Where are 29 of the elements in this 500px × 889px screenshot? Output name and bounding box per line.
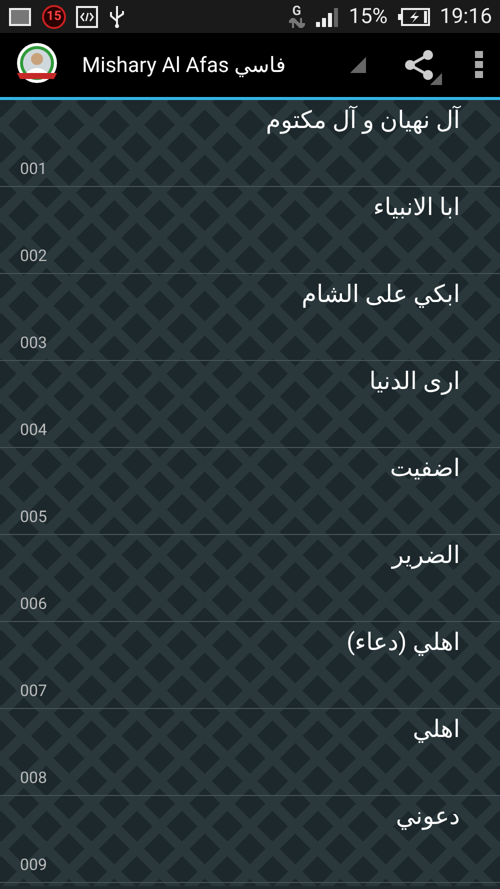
track-number: 003 — [20, 333, 47, 352]
signal-icon — [314, 6, 339, 26]
dropdown-corner-icon — [350, 57, 366, 73]
track-number: 006 — [20, 594, 47, 613]
code-icon — [76, 6, 98, 28]
track-number: 002 — [20, 246, 47, 265]
gallery-icon — [8, 6, 32, 26]
track-title[interactable]: دعوني — [396, 802, 460, 830]
track-title[interactable]: اضفيت — [390, 454, 460, 482]
network-type: G — [292, 5, 302, 18]
track-title[interactable]: ابكي على الشام — [302, 280, 460, 308]
track-title[interactable]: آل نهيان و آل مكتوم — [266, 106, 460, 134]
track-title[interactable]: اهلي — [412, 715, 460, 743]
track-title[interactable]: ابا الانبياء — [373, 193, 460, 221]
track-number: 005 — [20, 507, 47, 526]
notification-count: 15 — [42, 4, 66, 28]
track-number: 004 — [20, 420, 47, 439]
track-title[interactable]: الضرير — [392, 541, 460, 569]
track-number: 008 — [20, 768, 47, 787]
overflow-menu-icon[interactable] — [474, 50, 484, 80]
track-number: 009 — [20, 855, 47, 874]
battery-charging-icon — [398, 8, 430, 26]
usb-icon — [108, 4, 126, 28]
battery-percent: 15% — [348, 4, 388, 28]
clock: 19:16 — [440, 4, 492, 28]
track-title[interactable]: اهلي (دعاء) — [346, 628, 460, 656]
track-number: 007 — [20, 681, 47, 700]
track-number: 001 — [20, 159, 47, 178]
track-title[interactable]: ارى الدنيا — [369, 367, 460, 395]
